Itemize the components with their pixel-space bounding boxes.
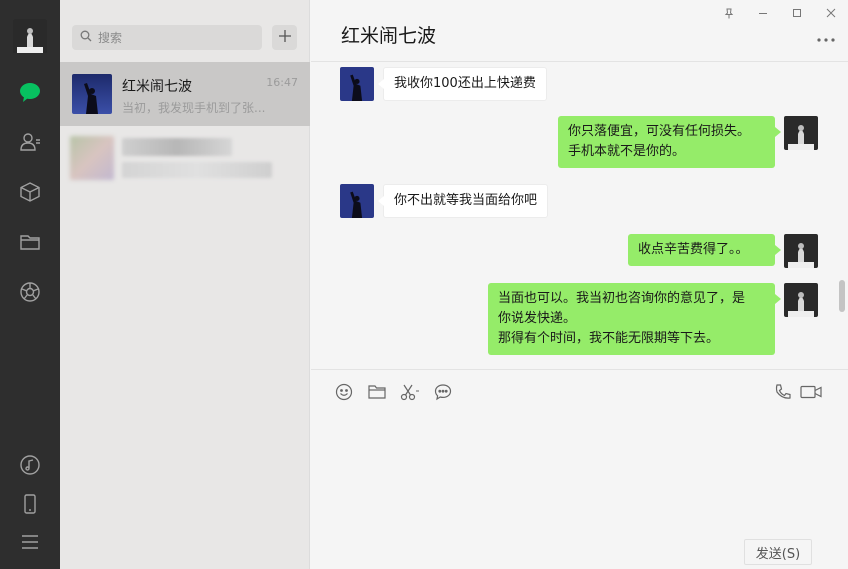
contact-avatar: [72, 74, 112, 114]
search-input[interactable]: [98, 30, 248, 45]
plus-icon: [278, 29, 291, 46]
scissors-icon[interactable]: [399, 381, 421, 403]
message-text: 手机本就不是你的。: [568, 144, 686, 159]
menu-icon[interactable]: [16, 528, 44, 556]
message-text: 当面也可以。我当初也咨询你的意见了，是: [498, 291, 746, 306]
message-bubble-incoming[interactable]: 我收你100还出上快递费: [378, 67, 547, 101]
message-text: 你说发快递。: [498, 311, 577, 326]
conversation-time: 16:47: [266, 76, 298, 89]
message-scrollbar[interactable]: [839, 280, 845, 312]
conversation-item-blurred[interactable]: [60, 126, 310, 190]
redacted-name: [122, 138, 232, 156]
maximize-icon[interactable]: [789, 5, 805, 21]
contact-avatar: [70, 136, 114, 180]
more-options-icon[interactable]: [816, 32, 836, 48]
message-text: 你只落便宜，可没有任何损失。: [568, 124, 751, 139]
my-avatar[interactable]: [13, 19, 47, 53]
conversation-item-active[interactable]: 红米闹七波 16:47 当初，我发现手机到了张...: [60, 62, 310, 126]
my-avatar[interactable]: [784, 283, 818, 317]
message-text: 我收你100还出上快递费: [394, 76, 536, 91]
folder-icon[interactable]: [366, 381, 388, 403]
folder-icon[interactable]: [16, 228, 44, 256]
voice-call-icon[interactable]: [772, 381, 794, 403]
search-icon: [80, 30, 92, 46]
close-icon[interactable]: [823, 5, 839, 21]
message-input[interactable]: [331, 410, 831, 530]
contact-avatar[interactable]: [340, 67, 374, 101]
message-bubble-outgoing[interactable]: 收点辛苦费得了。。: [628, 234, 781, 266]
message-text: 你不出就等我当面给你吧: [394, 193, 538, 208]
add-button[interactable]: [272, 25, 297, 50]
message-bubble-outgoing[interactable]: 当面也可以。我当初也咨询你的意见了，是 你说发快递。 那得有个时间，我不能无限期…: [488, 283, 781, 355]
chat-title: 红米闹七波: [341, 25, 437, 47]
message-bubble-incoming[interactable]: 你不出就等我当面给你吧: [377, 184, 549, 218]
compose-area: 发送(S): [311, 369, 848, 569]
emoji-icon[interactable]: [333, 381, 355, 403]
conversation-list: 红米闹七波 16:47 当初，我发现手机到了张...: [60, 0, 310, 569]
chat-panel: 红米闹七波 我收你100还出上快递费 你只落便宜，可没有任何损失。 手机本就不是…: [311, 0, 848, 569]
message-bubble-outgoing[interactable]: 你只落便宜，可没有任何损失。 手机本就不是你的。: [558, 116, 781, 168]
minimize-icon[interactable]: [755, 5, 771, 21]
left-nav-rail: [0, 0, 60, 569]
phone-icon[interactable]: [16, 490, 44, 518]
chat-header: 红米闹七波: [311, 0, 848, 62]
video-call-icon[interactable]: [800, 381, 822, 403]
message-text: 收点辛苦费得了。。: [638, 242, 749, 257]
moments-icon[interactable]: [16, 278, 44, 306]
search-box[interactable]: [72, 25, 262, 50]
my-avatar[interactable]: [784, 116, 818, 150]
chat-icon[interactable]: [16, 78, 44, 106]
box-icon[interactable]: [16, 178, 44, 206]
send-button[interactable]: 发送(S): [744, 539, 812, 565]
message-text: 那得有个时间，我不能无限期等下去。: [498, 331, 720, 346]
contacts-icon[interactable]: [16, 128, 44, 156]
my-avatar[interactable]: [784, 234, 818, 268]
pin-icon[interactable]: [721, 5, 737, 21]
chat-bubble-icon[interactable]: [432, 381, 454, 403]
contact-avatar[interactable]: [340, 184, 374, 218]
redacted-preview: [122, 162, 272, 178]
conversation-preview: 当初，我发现手机到了张...: [122, 101, 266, 115]
music-icon[interactable]: [16, 451, 44, 479]
conversation-name: 红米闹七波: [122, 79, 192, 95]
